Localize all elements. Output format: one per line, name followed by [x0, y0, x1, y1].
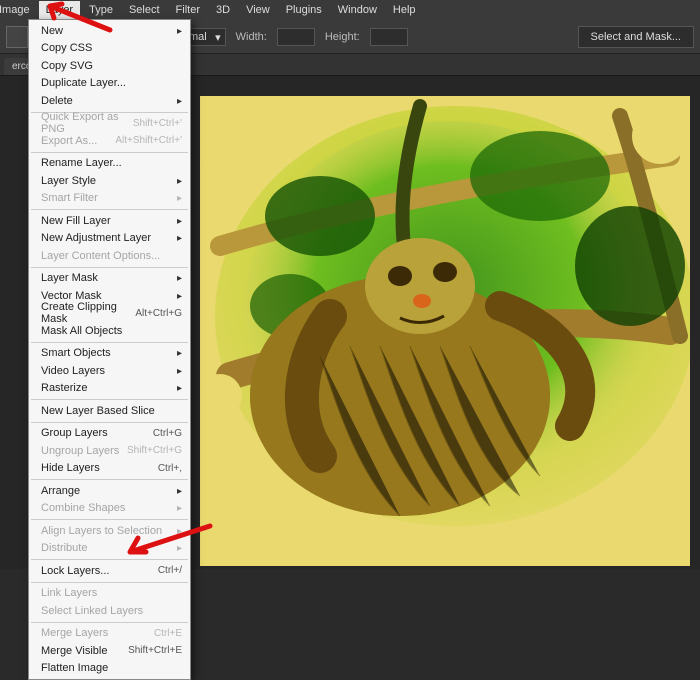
layer-menu-dropdown: NewCopy CSSCopy SVGDuplicate Layer...Del… — [28, 19, 191, 680]
menu-item-duplicate-layer[interactable]: Duplicate Layer... — [29, 75, 190, 93]
menu-item-copy-svg[interactable]: Copy SVG — [29, 57, 190, 75]
menu-item-copy-css[interactable]: Copy CSS — [29, 40, 190, 58]
menu-item-merge-visible[interactable]: Merge VisibleShift+Ctrl+E — [29, 642, 190, 660]
menu-item-layer-style[interactable]: Layer Style — [29, 172, 190, 190]
menu-item-new-layer-based-slice[interactable]: New Layer Based Slice — [29, 402, 190, 420]
menu-item-new-fill-layer[interactable]: New Fill Layer — [29, 212, 190, 230]
menu-separator — [31, 152, 188, 153]
menu-type[interactable]: Type — [82, 1, 120, 19]
menu-select[interactable]: Select — [122, 1, 167, 19]
menu-layer[interactable]: Layer — [39, 1, 81, 19]
menu-item-distribute: Distribute — [29, 540, 190, 558]
menu-separator — [31, 209, 188, 210]
menu-item-hide-layers[interactable]: Hide LayersCtrl+, — [29, 460, 190, 478]
menu-item-select-linked-layers: Select Linked Layers — [29, 602, 190, 620]
menu-item-delete[interactable]: Delete — [29, 92, 190, 110]
menu-item-group-layers[interactable]: Group LayersCtrl+G — [29, 425, 190, 443]
menu-separator — [31, 267, 188, 268]
height-label: Height: — [325, 31, 360, 43]
menu-bar: ImageLayerTypeSelectFilter3DViewPluginsW… — [0, 0, 700, 20]
menu-view[interactable]: View — [239, 1, 277, 19]
menu-separator — [31, 622, 188, 623]
width-input[interactable] — [277, 28, 315, 46]
menu-item-layer-mask[interactable]: Layer Mask — [29, 270, 190, 288]
menu-separator — [31, 399, 188, 400]
menu-item-mask-all-objects[interactable]: Mask All Objects — [29, 322, 190, 340]
menu-item-flatten-image[interactable]: Flatten Image — [29, 660, 190, 678]
menu-item-smart-objects[interactable]: Smart Objects — [29, 345, 190, 363]
menu-image[interactable]: Image — [0, 1, 37, 19]
menu-item-combine-shapes: Combine Shapes — [29, 500, 190, 518]
menu-item-rasterize[interactable]: Rasterize — [29, 380, 190, 398]
menu-item-new-adjustment-layer[interactable]: New Adjustment Layer — [29, 230, 190, 248]
menu-item-ungroup-layers: Ungroup LayersShift+Ctrl+G — [29, 442, 190, 460]
menu-separator — [31, 582, 188, 583]
menu-item-align-layers-to-selection: Align Layers to Selection — [29, 522, 190, 540]
height-input[interactable] — [370, 28, 408, 46]
menu-item-rename-layer[interactable]: Rename Layer... — [29, 155, 190, 173]
menu-separator — [31, 342, 188, 343]
menu-separator — [31, 479, 188, 480]
menu-item-smart-filter: Smart Filter — [29, 190, 190, 208]
menu-item-layer-content-options: Layer Content Options... — [29, 247, 190, 265]
menu-help[interactable]: Help — [386, 1, 423, 19]
menu-filter[interactable]: Filter — [169, 1, 207, 19]
menu-item-link-layers: Link Layers — [29, 585, 190, 603]
tool-preset-thumb[interactable] — [6, 26, 28, 48]
menu-separator — [31, 519, 188, 520]
menu-item-create-clipping-mask[interactable]: Create Clipping MaskAlt+Ctrl+G — [29, 305, 190, 323]
menu-separator — [31, 422, 188, 423]
menu-3d[interactable]: 3D — [209, 1, 237, 19]
menu-item-video-layers[interactable]: Video Layers — [29, 362, 190, 380]
menu-item-new[interactable]: New — [29, 22, 190, 40]
menu-item-arrange[interactable]: Arrange — [29, 482, 190, 500]
width-label: Width: — [236, 31, 267, 43]
select-and-mask-button[interactable]: Select and Mask... — [578, 26, 695, 48]
menu-item-quick-export-as-png: Quick Export as PNGShift+Ctrl+' — [29, 115, 190, 133]
menu-item-lock-layers[interactable]: Lock Layers...Ctrl+/ — [29, 562, 190, 580]
menu-separator — [31, 559, 188, 560]
canvas-image — [200, 96, 690, 566]
menu-window[interactable]: Window — [331, 1, 384, 19]
menu-item-merge-layers: Merge LayersCtrl+E — [29, 625, 190, 643]
menu-plugins[interactable]: Plugins — [279, 1, 329, 19]
